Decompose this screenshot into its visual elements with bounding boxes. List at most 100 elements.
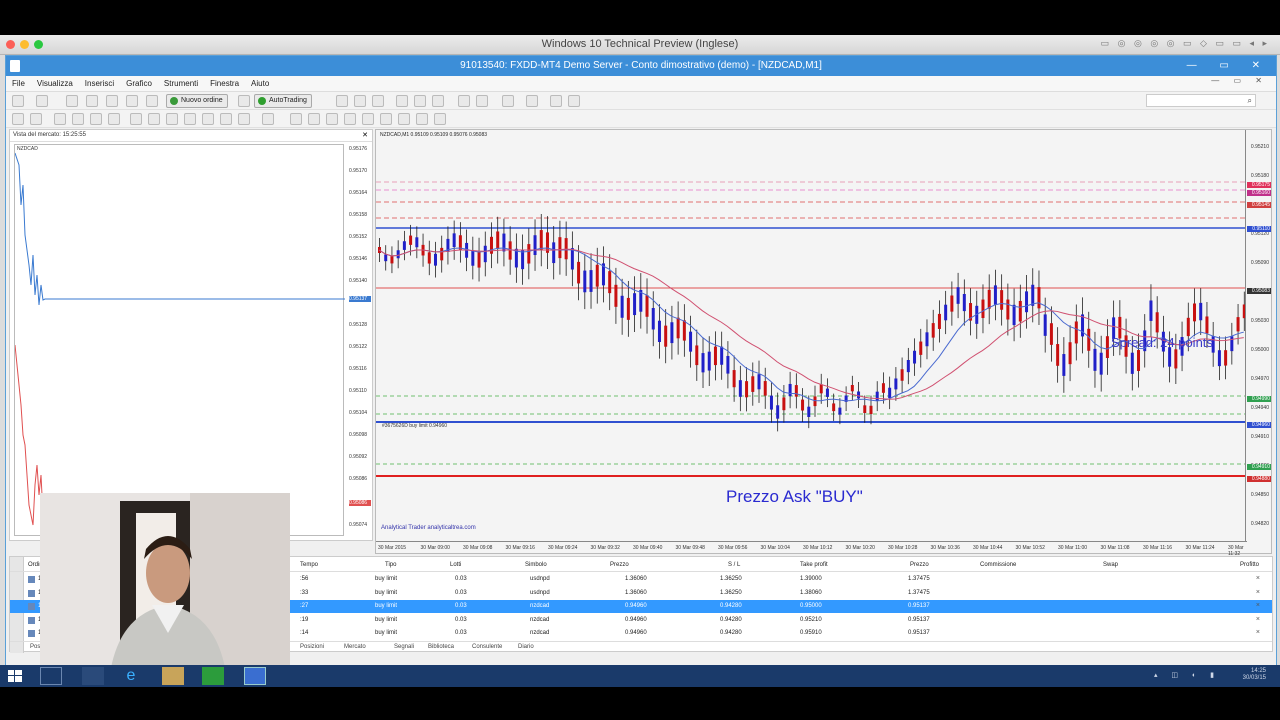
new-order-button[interactable]: Nuovo ordine (166, 94, 228, 108)
tester-icon[interactable] (146, 95, 158, 107)
autotrading-button[interactable]: AutoTrading (254, 94, 312, 108)
menu-file[interactable]: File (6, 76, 31, 91)
col-symbol[interactable]: Simbolo (525, 562, 547, 568)
period-m30[interactable] (344, 113, 356, 125)
tab-experts[interactable]: Consulente (472, 644, 502, 650)
windows-start-icon[interactable] (8, 670, 22, 682)
candle-body (409, 235, 413, 245)
candle-body (1056, 344, 1060, 366)
menu-insert[interactable]: Inserisci (79, 76, 120, 91)
channel-icon[interactable] (130, 113, 142, 125)
pencil-icon[interactable] (108, 113, 120, 125)
navigator-icon[interactable] (106, 95, 118, 107)
app-green-icon[interactable] (202, 667, 224, 685)
period-m15[interactable] (326, 113, 338, 125)
period-h4[interactable] (380, 113, 392, 125)
close-order-icon[interactable]: × (1256, 602, 1260, 609)
arrow-up-icon[interactable] (220, 113, 232, 125)
webcam-overlay (40, 493, 290, 673)
period-m1[interactable] (290, 113, 302, 125)
metaeditor-icon[interactable] (238, 95, 250, 107)
new-chart-icon[interactable] (12, 95, 24, 107)
task-view-icon[interactable] (82, 667, 104, 685)
tab-positions[interactable]: Posizioni (300, 644, 324, 650)
menu-help[interactable]: Aiuto (245, 76, 275, 91)
zoom-out-icon[interactable] (414, 95, 426, 107)
period-d1[interactable] (398, 113, 410, 125)
menu-charts[interactable]: Grafico (120, 76, 158, 91)
explorer-icon[interactable] (162, 667, 184, 685)
period-m5[interactable] (308, 113, 320, 125)
col-price2[interactable]: Prezzo (910, 562, 929, 568)
data-window-icon[interactable] (86, 95, 98, 107)
auto-scroll-icon[interactable] (458, 95, 470, 107)
vertical-line-icon[interactable] (54, 113, 66, 125)
close-icon[interactable]: ✕ (362, 131, 368, 139)
indicators-icon[interactable] (502, 95, 514, 107)
bar-chart-icon[interactable] (336, 95, 348, 107)
tick-price-label: 0.95164 (349, 190, 368, 196)
chart-shift-icon[interactable] (476, 95, 488, 107)
tick-chart[interactable]: NZDCAD (14, 144, 345, 536)
templates-icon[interactable] (550, 95, 562, 107)
close-order-icon[interactable]: × (1256, 629, 1260, 636)
window-controls[interactable]: — ▭ ✕ (1187, 56, 1270, 76)
price-chart[interactable]: NZDCAD,M1 0.95109 0.95109 0.95076 0.9508… (375, 129, 1272, 557)
search-taskbar-icon[interactable] (40, 667, 62, 685)
child-window-controls[interactable]: — ▭ ✕ (1211, 76, 1268, 85)
col-tp[interactable]: Take profit (800, 562, 828, 568)
tab-market[interactable]: Mercato (344, 644, 366, 650)
col-type[interactable]: Tipo (385, 562, 396, 568)
candle-body (415, 237, 419, 248)
periods-icon[interactable] (526, 95, 538, 107)
candle-body (782, 397, 786, 411)
tab-signals[interactable]: Segnali (394, 644, 414, 650)
system-tray[interactable]: ▴ ◫ ◐ ▮ (1154, 671, 1220, 679)
ie-icon[interactable]: e (120, 667, 142, 685)
col-price[interactable]: Prezzo (610, 562, 629, 568)
col-commission[interactable]: Commissione (980, 562, 1016, 568)
col-swap[interactable]: Swap (1103, 562, 1118, 568)
zoom-in-icon[interactable] (396, 95, 408, 107)
col-time[interactable]: Tempo (300, 562, 318, 568)
price-scale[interactable]: 0.952100.951800.951500.951200.950900.950… (1245, 130, 1271, 542)
taskbar-clock[interactable]: 14:25 30/03/15 (1243, 668, 1266, 682)
terminal-icon[interactable] (126, 95, 138, 107)
trendline-icon[interactable] (90, 113, 102, 125)
period-mn[interactable] (434, 113, 446, 125)
period-w1[interactable] (416, 113, 428, 125)
fibonacci-icon[interactable] (148, 113, 160, 125)
menu-view[interactable]: Visualizza (31, 76, 79, 91)
menu-window[interactable]: Finestra (204, 76, 245, 91)
label-icon[interactable] (184, 113, 196, 125)
more-tools-icon[interactable] (262, 113, 274, 125)
candle-body (813, 396, 817, 407)
profiles-icon[interactable] (36, 95, 48, 107)
candle-body (1236, 317, 1240, 332)
crosshair-icon[interactable] (30, 113, 42, 125)
ellipse-icon[interactable] (202, 113, 214, 125)
market-watch-icon[interactable] (66, 95, 78, 107)
templates-arrow-icon[interactable] (568, 95, 580, 107)
close-order-icon[interactable]: × (1256, 616, 1260, 623)
tab-library[interactable]: Biblioteca (428, 644, 454, 650)
horizontal-line-icon[interactable] (72, 113, 84, 125)
text-icon[interactable] (166, 113, 178, 125)
col-lots[interactable]: Lotti (450, 562, 461, 568)
tile-windows-icon[interactable] (432, 95, 444, 107)
menu-tools[interactable]: Strumenti (158, 76, 204, 91)
candlestick-icon[interactable] (354, 95, 366, 107)
line-chart-icon[interactable] (372, 95, 384, 107)
vm-controls[interactable]: ▭ ◎ ◎ ◎ ◎ ▭ ◇ ▭ ▭ ◂ ▸ (1101, 38, 1270, 49)
cursor-icon[interactable] (12, 113, 24, 125)
search-input[interactable]: ⌕ (1146, 94, 1256, 107)
period-h1[interactable] (362, 113, 374, 125)
col-profit[interactable]: Profitto (1240, 562, 1259, 568)
time-axis: 30 Mar 2015 30 Mar 09:00 30 Mar 09:08 30 Ma… (376, 541, 1247, 557)
mt4-taskbar-icon[interactable] (244, 667, 266, 685)
close-order-icon[interactable]: × (1256, 575, 1260, 582)
tab-journal[interactable]: Diario (518, 644, 534, 650)
col-sl[interactable]: S / L (728, 562, 740, 568)
close-order-icon[interactable]: × (1256, 589, 1260, 596)
arrow-down-icon[interactable] (238, 113, 250, 125)
